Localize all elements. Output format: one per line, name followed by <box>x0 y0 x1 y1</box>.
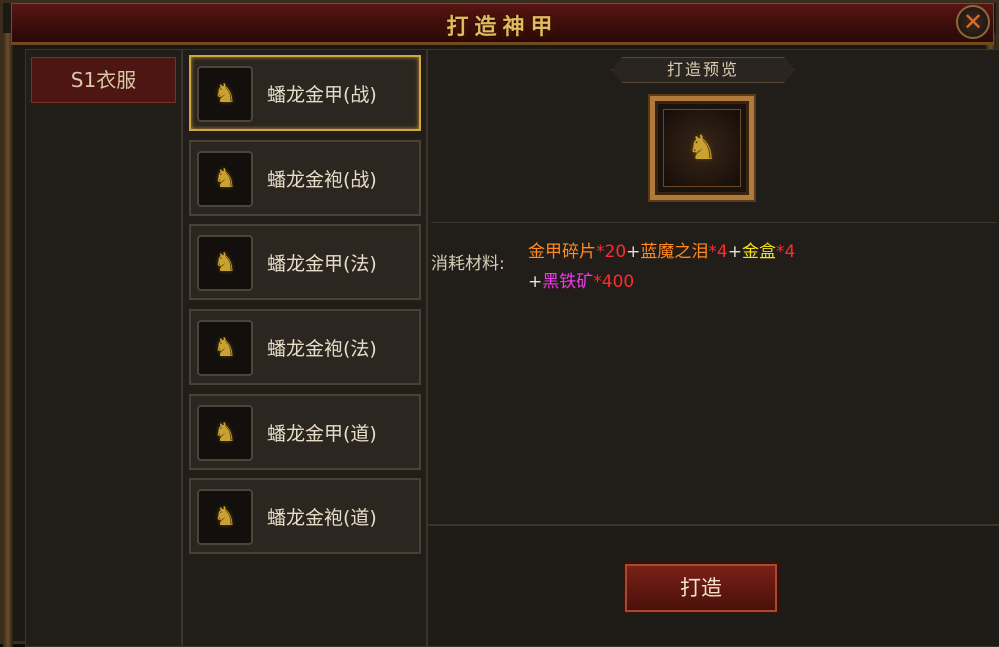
item-slot: ♞ <box>197 151 253 207</box>
item-label: 蟠龙金甲(法) <box>267 253 377 275</box>
material-name: 金盒 <box>741 242 776 262</box>
plus-sign: + <box>528 272 543 292</box>
materials-line-2: +黑铁矿*400 <box>528 267 634 292</box>
material-name: 黑铁矿 <box>542 272 594 292</box>
item-slot: ♞ <box>197 235 253 291</box>
forge-button[interactable]: 打造 <box>625 564 777 612</box>
item-list-entry[interactable]: ♞ 蟠龙金袍(战) <box>189 140 421 216</box>
material-name: 蓝魔之泪 <box>640 242 709 262</box>
divider <box>431 222 997 223</box>
item-slot: ♞ <box>197 405 253 461</box>
material-qty: *4 <box>775 242 796 262</box>
forge-window: 打造神甲 ✕ S1衣服 ♞ 蟠龙金甲(战) ♞ 蟠龙金袍(战) ♞ 蟠龙金甲(法… <box>0 0 999 647</box>
preview-item-slot: ♞ <box>663 109 741 187</box>
armor-icon: ♞ <box>213 79 237 109</box>
item-label: 蟠龙金袍(道) <box>267 507 377 529</box>
window-frame-left <box>3 33 13 647</box>
robe-icon: ♞ <box>213 502 237 532</box>
item-slot: ♞ <box>197 66 253 122</box>
item-label: 蟠龙金袍(战) <box>267 169 377 191</box>
title-bar: 打造神甲 ✕ <box>11 3 994 45</box>
plus-sign: + <box>626 242 641 262</box>
preview-label: 打造预览 <box>611 57 795 83</box>
preview-item-frame: ♞ <box>650 96 754 200</box>
category-panel <box>25 49 182 647</box>
close-button[interactable]: ✕ <box>956 5 990 39</box>
item-label: 蟠龙金袍(法) <box>267 338 377 360</box>
item-list-entry[interactable]: ♞ 蟠龙金袍(道) <box>189 478 421 554</box>
armor-icon: ♞ <box>213 248 237 278</box>
window-title: 打造神甲 <box>446 15 559 40</box>
robe-icon: ♞ <box>213 164 237 194</box>
armor-icon: ♞ <box>213 418 237 448</box>
material-name: 金甲碎片 <box>528 242 596 262</box>
item-slot: ♞ <box>197 320 253 376</box>
materials-line-1: 金甲碎片*20+蓝魔之泪*4+金盒*4 <box>528 237 795 262</box>
item-label: 蟠龙金甲(战) <box>267 84 377 106</box>
material-qty: *400 <box>593 272 635 292</box>
plus-sign: + <box>727 242 742 262</box>
item-list-entry[interactable]: ♞ 蟠龙金袍(法) <box>189 309 421 385</box>
material-qty: *20 <box>596 242 627 262</box>
armor-icon: ♞ <box>686 128 718 168</box>
material-qty: *4 <box>708 242 728 262</box>
item-list-entry[interactable]: ♞ 蟠龙金甲(道) <box>189 394 421 470</box>
item-slot: ♞ <box>197 489 253 545</box>
item-label: 蟠龙金甲(道) <box>267 423 377 445</box>
robe-icon: ♞ <box>213 333 237 363</box>
item-list-entry[interactable]: ♞ 蟠龙金甲(战) <box>189 55 421 131</box>
materials-label: 消耗材料: <box>431 254 505 274</box>
category-tab-s1-clothes[interactable]: S1衣服 <box>31 57 176 103</box>
item-list-entry[interactable]: ♞ 蟠龙金甲(法) <box>189 224 421 300</box>
